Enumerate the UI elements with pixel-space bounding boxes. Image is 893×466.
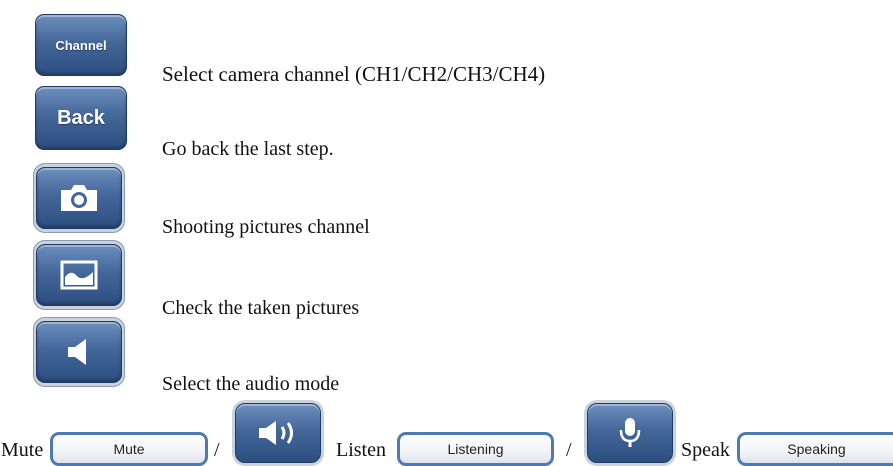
- camera-description: Shooting pictures channel: [162, 216, 370, 238]
- audio-mode-description: Select the audio mode: [162, 373, 340, 395]
- audio-mode-button[interactable]: [33, 317, 125, 387]
- back-description: Go back the last step.: [162, 138, 334, 160]
- speak-button[interactable]: [587, 403, 673, 463]
- speaking-pill-button[interactable]: Speaking: [737, 432, 893, 466]
- listen-word: Listen: [336, 439, 386, 461]
- back-button-label: Back: [57, 106, 105, 129]
- mute-word: Mute: [1, 439, 44, 461]
- microphone-icon: [619, 418, 641, 447]
- channel-description: Select camera channel (CH1/CH2/CH3/CH4): [162, 62, 546, 86]
- separator-2: /: [566, 439, 572, 461]
- camera-button[interactable]: [33, 163, 125, 233]
- audio-mode-row: Mute Mute / Listen Listening / Speak Spe…: [0, 397, 893, 466]
- speaker-icon: [68, 339, 86, 365]
- listen-button[interactable]: [235, 403, 321, 463]
- channel-button-label: Channel: [55, 37, 107, 53]
- speak-word: Speak: [681, 439, 730, 461]
- mute-pill-button[interactable]: Mute: [50, 432, 208, 466]
- separator-1: /: [214, 439, 220, 461]
- pictures-description: Check the taken pictures: [162, 297, 360, 319]
- speaker-sound-icon: [259, 421, 293, 445]
- pictures-button[interactable]: [33, 240, 125, 310]
- listening-pill-button[interactable]: Listening: [397, 432, 554, 466]
- picture-icon: [60, 260, 98, 290]
- camera-icon: [61, 185, 97, 211]
- channel-button[interactable]: Channel: [35, 14, 127, 76]
- back-button[interactable]: Back: [35, 86, 127, 150]
